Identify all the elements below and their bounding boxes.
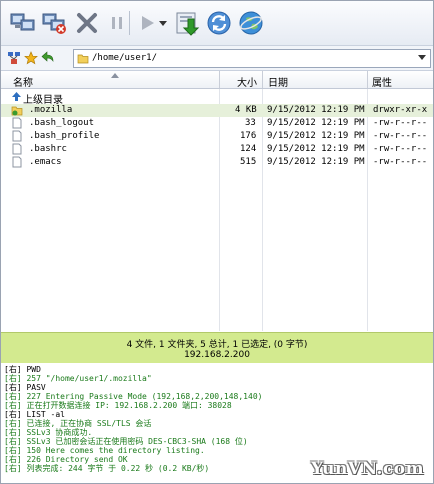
back-arrow-icon[interactable]	[41, 51, 55, 65]
file-date: 9/15/2012 12:19 PM	[267, 157, 365, 167]
sort-arrow-icon	[111, 73, 119, 78]
transfer-icon[interactable]	[173, 9, 201, 37]
pause-icon[interactable]	[103, 9, 131, 37]
col-divider[interactable]	[367, 71, 368, 88]
toolbar-divider	[129, 11, 130, 35]
app-window: /home/user1/ 名称 大小 日期 属性 上级目录 .mozilla 4…	[0, 0, 434, 484]
path-text: /home/user1/	[92, 53, 158, 63]
col-size[interactable]: 大小	[237, 74, 257, 89]
file-size: 4 KB	[235, 105, 257, 115]
star-icon[interactable]	[24, 51, 38, 65]
file-size: 515	[240, 157, 257, 167]
file-name: .bash_profile	[29, 131, 100, 141]
folder-icon	[77, 54, 89, 64]
col-divider[interactable]	[219, 71, 220, 88]
connect-icon[interactable]	[9, 9, 37, 37]
file-attr: -rw-r--r--	[373, 144, 428, 154]
column-header: 名称 大小 日期 属性	[1, 71, 433, 89]
file-size: 33	[245, 118, 256, 128]
up-arrow-icon	[12, 92, 21, 101]
file-date: 9/15/2012 12:19 PM	[267, 131, 365, 141]
path-input[interactable]: /home/user1/	[73, 49, 431, 68]
status-host: 192.168.2.200	[184, 350, 250, 360]
file-attr: -rw-r--r--	[373, 157, 428, 167]
list-item[interactable]: .bash_profile 176 9/15/2012 12:19 PM -rw…	[1, 130, 433, 143]
play-dropdown-icon[interactable]	[157, 9, 169, 37]
file-attr: -rw-r--r--	[373, 131, 428, 141]
file-attr: -rw-r--r--	[373, 118, 428, 128]
list-item[interactable]: .bashrc 124 9/15/2012 12:19 PM -rw-r--r-…	[1, 143, 433, 156]
file-date: 9/15/2012 12:19 PM	[267, 118, 365, 128]
disconnect-icon[interactable]	[41, 9, 69, 37]
file-list: 上级目录 .mozilla 4 KB 9/15/2012 12:19 PM dr…	[1, 89, 433, 331]
folder-icon	[11, 106, 23, 116]
list-item[interactable]: .emacs 515 9/15/2012 12:19 PM -rw-r--r--	[1, 156, 433, 169]
col-name[interactable]: 名称	[13, 74, 33, 89]
file-size: 124	[240, 144, 257, 154]
file-icon	[12, 156, 22, 168]
status-summary: 4 文件, 1 文件夹, 5 总计, 1 已选定, (0 字节)	[126, 340, 308, 350]
file-name: .bash_logout	[29, 118, 95, 128]
file-icon	[12, 117, 22, 129]
col-divider[interactable]	[262, 71, 263, 88]
file-name: .emacs	[29, 157, 62, 167]
list-item[interactable]: .bash_logout 33 9/15/2012 12:19 PM -rw-r…	[1, 117, 433, 130]
col-attr[interactable]: 属性	[372, 74, 392, 89]
file-date: 9/15/2012 12:19 PM	[267, 105, 365, 115]
stop-icon[interactable]	[73, 9, 101, 37]
log-line: [右] 列表完成: 244 字节 于 0.22 秒 (0.2 KB/秒)	[4, 464, 210, 473]
file-name: .mozilla	[29, 105, 73, 115]
status-bar: 4 文件, 1 文件夹, 5 总计, 1 已选定, (0 字节) 192.168…	[1, 332, 433, 364]
file-attr: drwxr-xr-x	[373, 105, 428, 115]
file-icon	[12, 143, 22, 155]
address-bar: /home/user1/	[1, 46, 433, 71]
file-size: 176	[240, 131, 257, 141]
file-date: 9/15/2012 12:19 PM	[267, 144, 365, 154]
file-name: .bashrc	[29, 144, 67, 154]
parent-dir-row[interactable]: 上级目录	[1, 90, 433, 106]
browser-icon[interactable]	[237, 9, 265, 37]
path-dropdown-icon[interactable]	[418, 55, 426, 61]
list-item[interactable]: .mozilla 4 KB 9/15/2012 12:19 PM drwxr-x…	[1, 104, 433, 117]
toolbar	[1, 1, 433, 46]
network-icon[interactable]	[7, 51, 21, 65]
refresh-icon[interactable]	[205, 9, 233, 37]
col-date[interactable]: 日期	[268, 74, 288, 89]
file-icon	[12, 130, 22, 142]
watermark: YunVN.com	[311, 459, 425, 479]
